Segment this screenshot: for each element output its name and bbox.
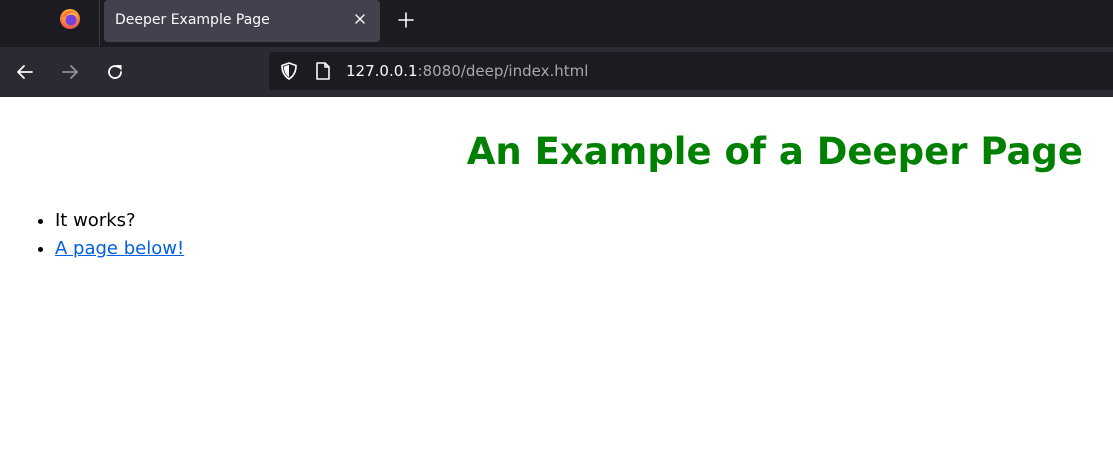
list-item: It works?	[55, 207, 184, 235]
arrow-right-icon[interactable]	[60, 62, 80, 82]
page-below-link[interactable]: A page below!	[55, 238, 184, 259]
page-content: An Example of a Deeper Page It works? A …	[0, 97, 1113, 465]
navigation-bar: 127.0.0.1:8080/deep/index.html	[0, 46, 1113, 97]
tab-strip: Deeper Example Page	[0, 0, 1113, 46]
page-title: An Example of a Deeper Page	[466, 130, 1083, 173]
browser-chrome: Deeper Example Page 127.0.0.1:8080/deep/…	[0, 0, 1113, 97]
content-list: It works? A page below!	[15, 207, 184, 263]
firefox-logo-icon[interactable]	[59, 8, 81, 30]
tab-strip-divider	[99, 0, 100, 46]
active-tab[interactable]: Deeper Example Page	[104, 0, 380, 42]
list-item: A page below!	[55, 235, 184, 263]
url-bar[interactable]: 127.0.0.1:8080/deep/index.html	[269, 52, 1113, 90]
list-item-text: It works?	[55, 210, 136, 231]
url-host: 127.0.0.1	[346, 62, 418, 80]
shield-icon[interactable]	[279, 61, 299, 81]
reload-icon[interactable]	[105, 62, 125, 82]
url-path: :8080/deep/index.html	[417, 62, 589, 80]
arrow-left-icon[interactable]	[15, 62, 35, 82]
plus-icon[interactable]	[397, 11, 415, 29]
url-text[interactable]: 127.0.0.1:8080/deep/index.html	[346, 61, 588, 81]
close-icon[interactable]	[354, 13, 366, 25]
tab-title: Deeper Example Page	[115, 12, 270, 28]
page-icon[interactable]	[315, 61, 331, 81]
